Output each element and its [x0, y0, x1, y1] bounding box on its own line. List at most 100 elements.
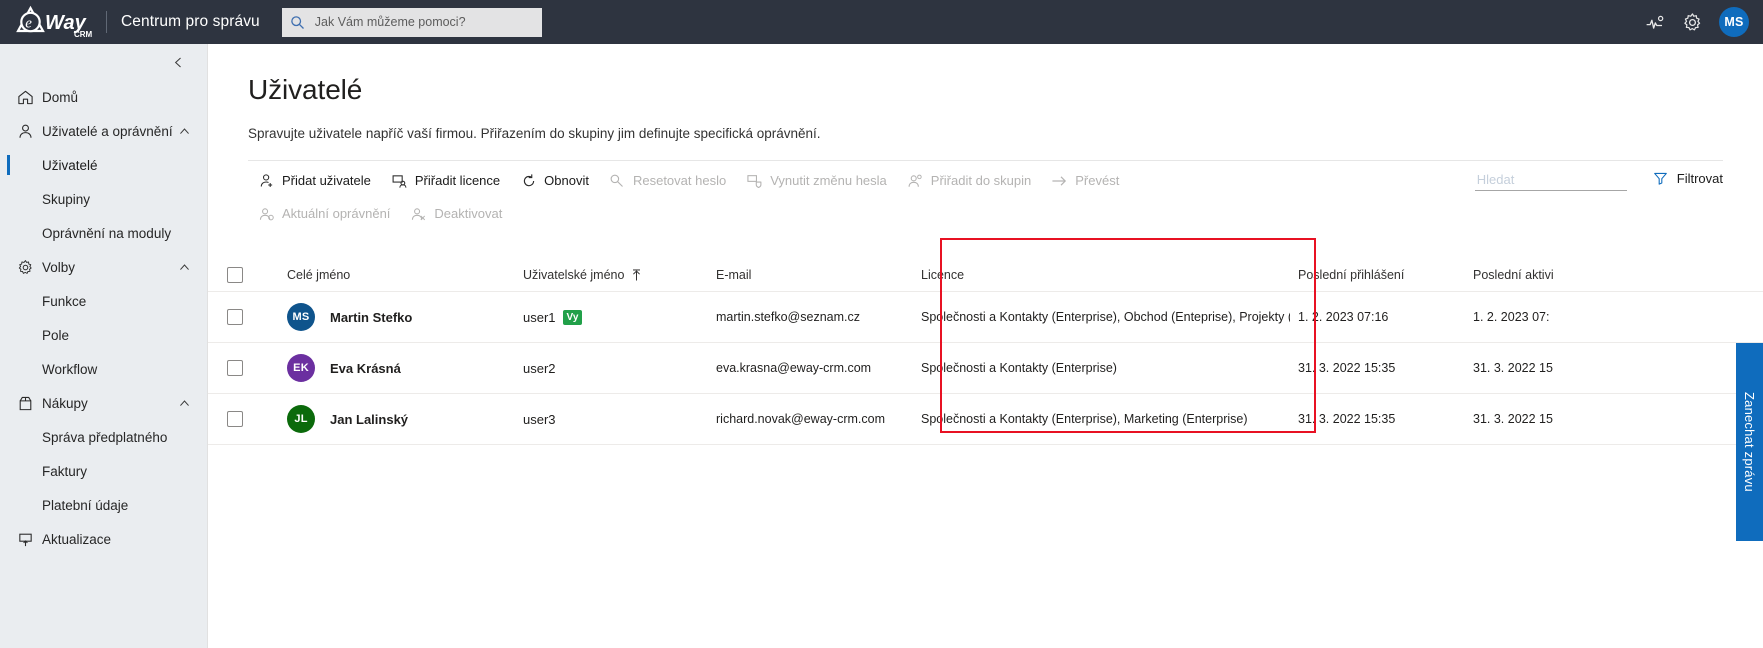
row-checkbox[interactable]	[227, 309, 243, 325]
chevron-up-icon[interactable]	[178, 261, 191, 274]
sidebar-item-aktualizace[interactable]: Aktualizace	[0, 522, 207, 556]
sidebar-item-workflow[interactable]: Workflow	[0, 352, 207, 386]
column-header-name[interactable]: Celé jméno	[261, 268, 523, 282]
refresh-button[interactable]: Obnovit	[510, 164, 599, 197]
user-full-name: Jan Lalinský	[330, 411, 409, 427]
sidebar-item-uzivatele-a-opravneni[interactable]: Uživatelé a oprávnění	[0, 114, 207, 148]
assign-license-label: Přiřadit licence	[414, 173, 501, 188]
table-header-row: Celé jméno Uživatelské jméno E-mail Lice…	[208, 258, 1763, 292]
username-text: user3	[523, 411, 556, 427]
chevron-up-icon[interactable]	[178, 397, 191, 410]
sidebar-item-faktury[interactable]: Faktury	[0, 454, 207, 488]
sidebar: Domů Uživatelé a oprávnění Uživatelé Sku…	[0, 44, 208, 648]
sidebar-item-skupiny[interactable]: Skupiny	[0, 182, 207, 216]
global-search-input[interactable]	[312, 14, 534, 30]
column-header-licence[interactable]: Licence	[913, 268, 1290, 282]
users-table: Celé jméno Uživatelské jméno E-mail Lice…	[208, 258, 1763, 445]
force-password-change-label: Vynutit změnu hesla	[770, 173, 887, 188]
deactivate-label: Deaktivovat	[434, 206, 503, 221]
deactivate-button[interactable]: Deaktivovat	[400, 197, 512, 230]
cell-last-login: 31. 3. 2022 15:35	[1298, 412, 1396, 426]
column-header-last-activity[interactable]: Poslední aktivi	[1465, 268, 1645, 282]
avatar: MS	[287, 303, 315, 331]
sidebar-item-label: Faktury	[42, 463, 88, 479]
column-header-username[interactable]: Uživatelské jméno	[523, 268, 716, 282]
permission-person-icon	[258, 206, 275, 222]
top-bar-actions: MS	[1643, 7, 1763, 37]
row-select-cell	[208, 411, 261, 427]
gear-icon[interactable]	[1681, 11, 1703, 33]
filter-label: Filtrovat	[1676, 170, 1723, 186]
add-user-button[interactable]: Přidat uživatele	[248, 164, 381, 197]
table-row[interactable]: MS Martin Stefko user1 Vy martin.stefko@…	[208, 292, 1763, 343]
sidebar-item-domu[interactable]: Domů	[0, 80, 207, 114]
sidebar-item-label: Uživatelé a oprávnění	[42, 123, 173, 139]
home-icon	[17, 89, 39, 106]
command-bar-right: Filtrovat	[1474, 165, 1723, 191]
refresh-label: Obnovit	[544, 173, 589, 188]
cell-username: user3	[523, 412, 716, 427]
row-checkbox[interactable]	[227, 360, 243, 376]
cell-last-login: 31. 3. 2022 15:35	[1298, 361, 1396, 375]
cell-email: martin.stefko@seznam.cz	[716, 310, 860, 324]
sidebar-item-label: Nákupy	[42, 395, 88, 411]
current-permissions-button[interactable]: Aktuální oprávnění	[248, 197, 400, 230]
sidebar-item-funkce[interactable]: Funkce	[0, 284, 207, 318]
column-header-last-login[interactable]: Poslední přihlášení	[1290, 268, 1465, 282]
sidebar-item-uzivatele[interactable]: Uživatelé	[0, 148, 207, 182]
sidebar-item-sprava-predplatneho[interactable]: Správa předplatného	[0, 420, 207, 454]
user-full-name: Eva Krásná	[330, 360, 401, 376]
header-divider	[106, 11, 107, 33]
group-person-icon	[907, 173, 924, 189]
command-bar-row-2: Aktuální oprávnění Deaktivovat	[248, 197, 1723, 230]
cell-name: MS Martin Stefko	[261, 303, 523, 331]
eway-crm-logo[interactable]: e Way CRM	[0, 0, 104, 44]
cell-last-activity: 1. 2. 2023 07:	[1473, 310, 1550, 324]
row-checkbox[interactable]	[227, 411, 243, 427]
table-row[interactable]: EK Eva Krásná user2 eva.krasna@eway-crm.…	[208, 343, 1763, 394]
search-input[interactable]	[1474, 171, 1627, 190]
assign-to-groups-button[interactable]: Přiřadit do skupin	[897, 164, 1041, 197]
global-search[interactable]	[281, 7, 542, 37]
sidebar-item-opravneni-na-moduly[interactable]: Oprávnění na moduly	[0, 216, 207, 250]
sidebar-item-label: Pole	[42, 327, 70, 343]
leave-message-label: Zanechat zprávu	[1742, 392, 1757, 492]
search-field[interactable]	[1474, 165, 1627, 191]
svg-text:e: e	[25, 16, 32, 32]
select-all-checkbox[interactable]	[227, 266, 243, 283]
table-row[interactable]: JL Jan Lalinský user3 richard.novak@eway…	[208, 394, 1763, 445]
sidebar-item-label: Uživatelé	[42, 157, 98, 173]
column-header-username-label: Uživatelské jméno	[523, 267, 625, 282]
chevron-left-icon[interactable]	[167, 51, 189, 73]
arrow-right-icon	[1051, 174, 1068, 188]
leave-message-tab[interactable]: Zanechat zprávu	[1736, 343, 1763, 541]
transfer-button[interactable]: Převést	[1041, 164, 1129, 197]
filter-button[interactable]: Filtrovat	[1653, 171, 1723, 186]
diagnostics-icon[interactable]	[1643, 11, 1665, 33]
sort-ascending-icon	[631, 268, 642, 281]
sidebar-item-nakupy[interactable]: Nákupy	[0, 386, 207, 420]
cell-last-activity: 31. 3. 2022 15	[1473, 361, 1553, 375]
sidebar-item-platebni-udaje[interactable]: Platební údaje	[0, 488, 207, 522]
chevron-up-icon[interactable]	[178, 125, 191, 138]
assign-license-button[interactable]: Přiřadit licence	[381, 164, 510, 197]
column-header-email[interactable]: E-mail	[716, 268, 913, 282]
deactivate-person-icon	[410, 206, 427, 222]
cell-email: richard.novak@eway-crm.com	[716, 412, 885, 426]
sidebar-item-pole[interactable]: Pole	[0, 318, 207, 352]
cell-licence: Společnosti a Kontakty (Enterprise), Obc…	[921, 310, 1290, 324]
avatar: EK	[287, 354, 315, 382]
sidebar-item-label: Správa předplatného	[42, 429, 168, 445]
sidebar-item-label: Skupiny	[42, 191, 91, 207]
row-select-cell	[208, 360, 261, 376]
shield-person-icon	[746, 173, 763, 189]
main-content: Uživatelé Spravujte uživatele napříč vaš…	[208, 44, 1763, 648]
avatar[interactable]: MS	[1719, 7, 1749, 37]
row-select-cell	[208, 309, 261, 325]
force-password-change-button[interactable]: Vynutit změnu hesla	[736, 164, 897, 197]
user-full-name: Martin Stefko	[330, 309, 413, 325]
current-permissions-label: Aktuální oprávnění	[282, 206, 391, 221]
add-user-label: Přidat uživatele	[282, 173, 371, 188]
sidebar-item-volby[interactable]: Volby	[0, 250, 207, 284]
reset-password-button[interactable]: Resetovat heslo	[599, 164, 736, 197]
